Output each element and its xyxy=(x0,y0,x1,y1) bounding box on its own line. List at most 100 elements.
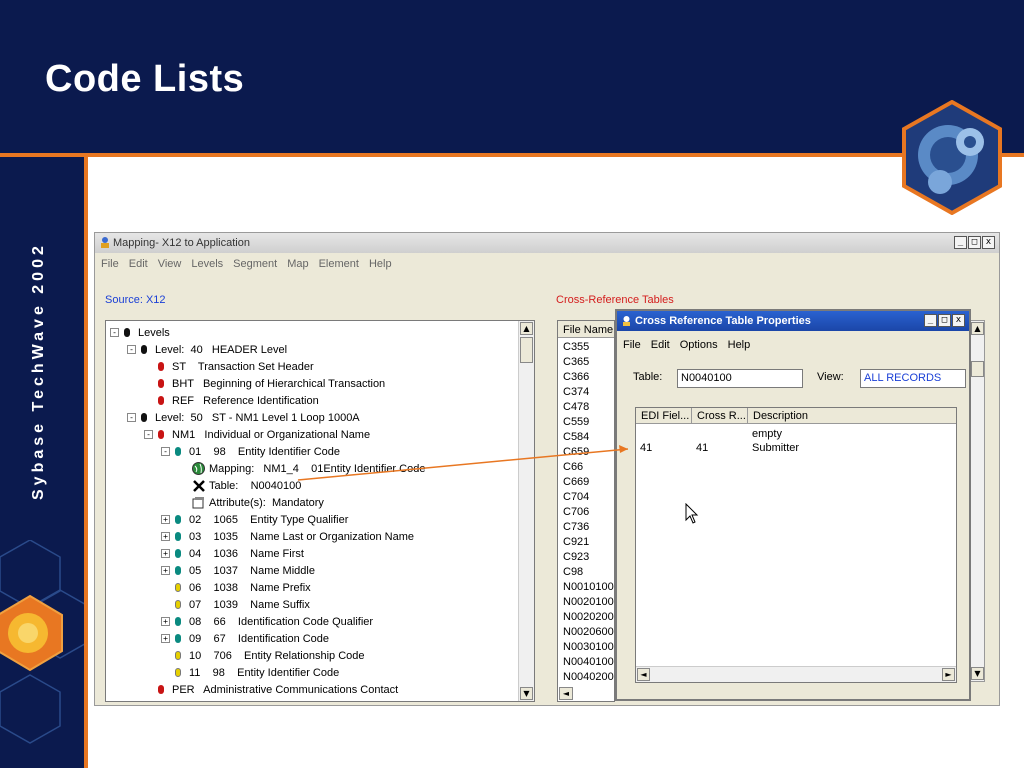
file-list-item[interactable]: C659 xyxy=(563,446,589,458)
tree-node[interactable]: +03 1035 Name Last or Organization Name xyxy=(161,528,414,545)
scroll-thumb[interactable] xyxy=(520,337,533,363)
file-list-item[interactable]: C355 xyxy=(563,341,589,353)
expand-toggle-icon[interactable]: + xyxy=(161,549,170,558)
grid-scroll-right-button[interactable]: ► xyxy=(942,668,955,681)
tree-node-label: 03 1035 Name Last or Organization Name xyxy=(189,530,415,543)
file-list-item[interactable]: N0010100 xyxy=(563,581,614,593)
tree-node[interactable]: - Levels xyxy=(110,324,170,341)
file-list-item[interactable]: C374 xyxy=(563,386,589,398)
file-list-item[interactable]: C584 xyxy=(563,431,589,443)
tree-node[interactable]: +04 1036 Name First xyxy=(161,545,304,562)
expand-toggle-icon[interactable]: + xyxy=(161,634,170,643)
table-field[interactable]: N0040100 xyxy=(677,369,803,388)
menu-view[interactable]: View xyxy=(158,258,182,270)
tree-node[interactable]: 10 706 Entity Relationship Code xyxy=(161,647,365,664)
grid-cell[interactable]: Submitter xyxy=(752,442,799,454)
file-list-item[interactable]: C736 xyxy=(563,521,589,533)
col-edi-field[interactable]: EDI Fiel... xyxy=(636,408,692,424)
menu-element[interactable]: Element xyxy=(319,258,359,270)
file-list-item[interactable]: C559 xyxy=(563,416,589,428)
tree-node-label: 02 1065 Entity Type Qualifier xyxy=(189,513,349,526)
menu-levels[interactable]: Levels xyxy=(191,258,223,270)
tree-node[interactable]: Table: N0040100 xyxy=(178,477,301,494)
tree-node[interactable]: ST Transaction Set Header xyxy=(144,358,314,375)
file-list-item[interactable]: N0020200 xyxy=(563,611,614,623)
tree-node[interactable]: 07 1039 Name Suffix xyxy=(161,596,310,613)
file-list-item[interactable]: C98 xyxy=(563,566,583,578)
collapse-toggle-icon[interactable]: - xyxy=(127,413,136,422)
file-name-header[interactable]: File Name xyxy=(558,321,614,338)
tree-node[interactable]: - Level: 50 ST - NM1 Level 1 Loop 1000A xyxy=(127,409,360,426)
dialog-minimize-button[interactable]: _ xyxy=(924,314,937,327)
file-list-item[interactable]: C478 xyxy=(563,401,589,413)
collapse-toggle-icon[interactable]: - xyxy=(110,328,119,337)
xref-scroll-thumb[interactable] xyxy=(971,361,984,377)
dialog-menu-edit[interactable]: Edit xyxy=(651,339,670,351)
grid-cell[interactable]: 41 xyxy=(696,442,708,454)
tree-node[interactable]: - 01 98 Entity Identifier Code xyxy=(161,443,340,460)
file-list-item[interactable]: C669 xyxy=(563,476,589,488)
tree-node[interactable]: +05 1037 Name Middle xyxy=(161,562,315,579)
file-list-item[interactable]: C706 xyxy=(563,506,589,518)
dialog-menu-help[interactable]: Help xyxy=(728,339,751,351)
scroll-up-button[interactable]: ▲ xyxy=(520,322,533,335)
file-list-item[interactable]: N0020600 xyxy=(563,626,614,638)
expand-toggle-icon[interactable]: + xyxy=(161,515,170,524)
grid-cell[interactable]: 41 xyxy=(640,442,652,454)
file-list-item[interactable]: C704 xyxy=(563,491,589,503)
tree-node[interactable]: REF Reference Identification xyxy=(144,392,319,409)
collapse-toggle-icon[interactable]: - xyxy=(144,430,153,439)
tree-node[interactable]: BHT Beginning of Hierarchical Transactio… xyxy=(144,375,385,392)
minimize-button[interactable]: _ xyxy=(954,236,967,249)
file-list-item[interactable]: C921 xyxy=(563,536,589,548)
dialog-menu-file[interactable]: File xyxy=(623,339,641,351)
view-field[interactable]: ALL RECORDS xyxy=(860,369,966,388)
dialog-close-button[interactable]: x xyxy=(952,314,965,327)
file-scroll-left-button[interactable]: ◄ xyxy=(559,687,573,700)
file-list-item[interactable]: N0040100 xyxy=(563,656,614,668)
collapse-toggle-icon[interactable]: - xyxy=(127,345,136,354)
close-button[interactable]: x xyxy=(982,236,995,249)
file-list-item[interactable]: N0030100 xyxy=(563,641,614,653)
dialog-maximize-button[interactable]: □ xyxy=(938,314,951,327)
xref-vertical-scrollbar[interactable]: ▲ ▼ xyxy=(969,320,985,682)
tree-node[interactable]: +02 1065 Entity Type Qualifier xyxy=(161,511,348,528)
tree-node[interactable]: - NM1 Individual or Organizational Name xyxy=(144,426,370,443)
menu-edit[interactable]: Edit xyxy=(129,258,148,270)
file-list-item[interactable]: N0040200 xyxy=(563,671,614,683)
file-list-item[interactable]: C366 xyxy=(563,371,589,383)
tree-node[interactable]: - Level: 40 HEADER Level xyxy=(127,341,287,358)
scroll-down-button[interactable]: ▼ xyxy=(520,687,533,700)
tree-node[interactable]: 11 98 Entity Identifier Code xyxy=(161,664,339,681)
file-list-item[interactable]: N0020100 xyxy=(563,596,614,608)
tree-node[interactable]: +09 67 Identification Code xyxy=(161,630,329,647)
expand-toggle-icon[interactable]: + xyxy=(161,617,170,626)
xref-scroll-up-button[interactable]: ▲ xyxy=(971,322,984,335)
grid-scroll-left-button[interactable]: ◄ xyxy=(637,668,650,681)
tree-node[interactable]: 06 1038 Name Prefix xyxy=(161,579,311,596)
col-description[interactable]: Description xyxy=(748,408,956,424)
menu-help[interactable]: Help xyxy=(369,258,392,270)
grid-horizontal-scrollbar[interactable]: ◄ ► xyxy=(636,666,956,682)
tree-node[interactable]: +08 66 Identification Code Qualifier xyxy=(161,613,373,630)
side-brand-text: Sybase TechWave 2002 xyxy=(30,242,47,500)
file-list-item[interactable]: C66 xyxy=(563,461,583,473)
tree-node[interactable]: PER Administrative Communications Contac… xyxy=(144,681,398,698)
dialog-menu-options[interactable]: Options xyxy=(680,339,718,351)
xref-scroll-down-button[interactable]: ▼ xyxy=(971,667,984,680)
tree-node[interactable]: Mapping: NM1_4 01Entity Identifier Code xyxy=(178,460,425,477)
maximize-button[interactable]: □ xyxy=(968,236,981,249)
menu-map[interactable]: Map xyxy=(287,258,308,270)
file-list-item[interactable]: C923 xyxy=(563,551,589,563)
grid-cell[interactable]: empty xyxy=(752,428,782,440)
menu-segment[interactable]: Segment xyxy=(233,258,277,270)
collapse-toggle-icon[interactable]: - xyxy=(161,447,170,456)
node-bullet-icon xyxy=(158,430,164,439)
expand-toggle-icon[interactable]: + xyxy=(161,532,170,541)
col-cross-ref[interactable]: Cross R... xyxy=(692,408,748,424)
tree-vertical-scrollbar[interactable]: ▲ ▼ xyxy=(518,321,534,701)
menu-file[interactable]: File xyxy=(101,258,119,270)
tree-node[interactable]: Attribute(s): Mandatory xyxy=(178,494,324,511)
file-list-item[interactable]: C365 xyxy=(563,356,589,368)
expand-toggle-icon[interactable]: + xyxy=(161,566,170,575)
